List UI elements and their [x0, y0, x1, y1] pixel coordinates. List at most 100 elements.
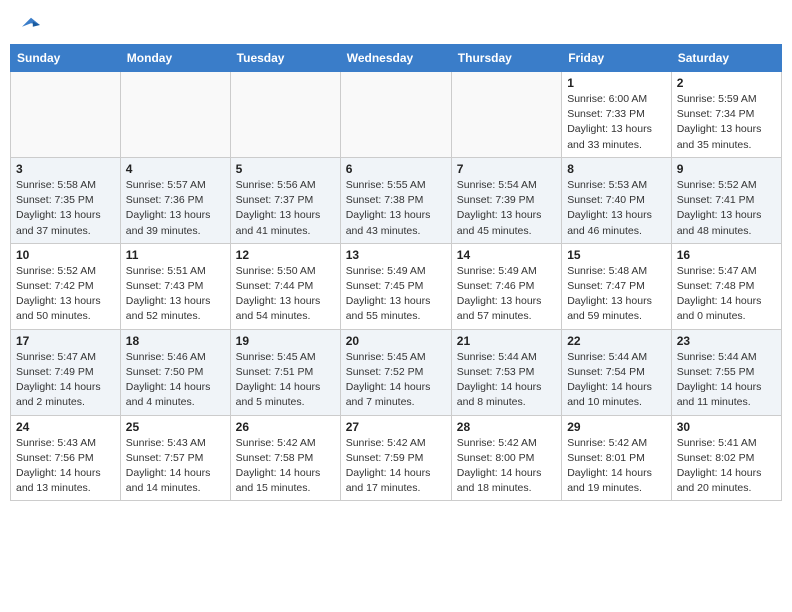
calendar-cell: 11 Sunrise: 5:51 AM Sunset: 7:43 PM Dayli… — [120, 243, 230, 329]
day-number: 22 — [567, 334, 666, 348]
day-info: Sunrise: 5:44 AM Sunset: 7:55 PM Dayligh… — [677, 350, 776, 411]
day-number: 25 — [126, 420, 225, 434]
calendar-cell: 16 Sunrise: 5:47 AM Sunset: 7:48 PM Dayli… — [671, 243, 781, 329]
day-info: Sunrise: 6:00 AM Sunset: 7:33 PM Dayligh… — [567, 92, 666, 153]
calendar-cell: 29Sunrise: 5:42 AM Sunset: 8:01 PM Dayli… — [562, 415, 672, 501]
calendar-cell: 26 Sunrise: 5:42 AM Sunset: 7:58 PM Dayli… — [230, 415, 340, 501]
day-info: Sunrise: 5:49 AM Sunset: 7:45 PM Dayligh… — [346, 264, 446, 325]
day-info: Sunrise: 5:52 AM Sunset: 7:42 PM Dayligh… — [16, 264, 115, 325]
day-info: Sunrise: 5:44 AM Sunset: 7:53 PM Dayligh… — [457, 350, 556, 411]
day-number: 5 — [236, 162, 335, 176]
calendar-cell: 14Sunrise: 5:49 AM Sunset: 7:46 PM Dayli… — [451, 243, 561, 329]
day-number: 8 — [567, 162, 666, 176]
calendar-cell: 9 Sunrise: 5:52 AM Sunset: 7:41 PM Daylig… — [671, 157, 781, 243]
day-info: Sunrise: 5:44 AM Sunset: 7:54 PM Dayligh… — [567, 350, 666, 411]
weekday-header-wednesday: Wednesday — [340, 45, 451, 72]
day-number: 3 — [16, 162, 115, 176]
day-info: Sunrise: 5:49 AM Sunset: 7:46 PM Dayligh… — [457, 264, 556, 325]
calendar-cell: 25 Sunrise: 5:43 AM Sunset: 7:57 PM Dayli… — [120, 415, 230, 501]
day-info: Sunrise: 5:52 AM Sunset: 7:41 PM Dayligh… — [677, 178, 776, 239]
day-info: Sunrise: 5:42 AM Sunset: 7:59 PM Dayligh… — [346, 436, 446, 497]
calendar-cell: 17 Sunrise: 5:47 AM Sunset: 7:49 PM Dayli… — [11, 329, 121, 415]
day-number: 12 — [236, 248, 335, 262]
day-number: 6 — [346, 162, 446, 176]
day-info: Sunrise: 5:43 AM Sunset: 7:56 PM Dayligh… — [16, 436, 115, 497]
calendar-cell: 13 Sunrise: 5:49 AM Sunset: 7:45 PM Dayli… — [340, 243, 451, 329]
day-info: Sunrise: 5:56 AM Sunset: 7:37 PM Dayligh… — [236, 178, 335, 239]
day-number: 13 — [346, 248, 446, 262]
calendar-cell: 24 Sunrise: 5:43 AM Sunset: 7:56 PM Dayli… — [11, 415, 121, 501]
day-number: 24 — [16, 420, 115, 434]
calendar-week-row: 17 Sunrise: 5:47 AM Sunset: 7:49 PM Dayli… — [11, 329, 782, 415]
day-number: 11 — [126, 248, 225, 262]
calendar-cell: 21 Sunrise: 5:44 AM Sunset: 7:53 PM Dayli… — [451, 329, 561, 415]
day-number: 21 — [457, 334, 556, 348]
day-info: Sunrise: 5:41 AM Sunset: 8:02 PM Dayligh… — [677, 436, 776, 497]
day-number: 23 — [677, 334, 776, 348]
day-number: 27 — [346, 420, 446, 434]
calendar-cell: 22 Sunrise: 5:44 AM Sunset: 7:54 PM Dayli… — [562, 329, 672, 415]
day-info: Sunrise: 5:43 AM Sunset: 7:57 PM Dayligh… — [126, 436, 225, 497]
calendar-week-row: 24 Sunrise: 5:43 AM Sunset: 7:56 PM Dayli… — [11, 415, 782, 501]
calendar-cell: 18 Sunrise: 5:46 AM Sunset: 7:50 PM Dayli… — [120, 329, 230, 415]
day-number: 19 — [236, 334, 335, 348]
day-info: Sunrise: 5:48 AM Sunset: 7:47 PM Dayligh… — [567, 264, 666, 325]
calendar-cell: 2 Sunrise: 5:59 AM Sunset: 7:34 PM Daylig… — [671, 72, 781, 158]
day-number: 10 — [16, 248, 115, 262]
day-info: Sunrise: 5:58 AM Sunset: 7:35 PM Dayligh… — [16, 178, 115, 239]
day-info: Sunrise: 5:47 AM Sunset: 7:49 PM Dayligh… — [16, 350, 115, 411]
weekday-header-saturday: Saturday — [671, 45, 781, 72]
calendar-header-row: SundayMondayTuesdayWednesdayThursdayFrid… — [11, 45, 782, 72]
day-info: Sunrise: 5:53 AM Sunset: 7:40 PM Dayligh… — [567, 178, 666, 239]
calendar-cell — [120, 72, 230, 158]
day-number: 9 — [677, 162, 776, 176]
calendar-cell: 19Sunrise: 5:45 AM Sunset: 7:51 PM Dayli… — [230, 329, 340, 415]
calendar-week-row: 10 Sunrise: 5:52 AM Sunset: 7:42 PM Dayli… — [11, 243, 782, 329]
day-info: Sunrise: 5:57 AM Sunset: 7:36 PM Dayligh… — [126, 178, 225, 239]
day-info: Sunrise: 5:51 AM Sunset: 7:43 PM Dayligh… — [126, 264, 225, 325]
day-number: 30 — [677, 420, 776, 434]
logo-bird-icon — [22, 16, 40, 34]
calendar-week-row: 1 Sunrise: 6:00 AM Sunset: 7:33 PM Daylig… — [11, 72, 782, 158]
day-info: Sunrise: 5:42 AM Sunset: 7:58 PM Dayligh… — [236, 436, 335, 497]
day-number: 20 — [346, 334, 446, 348]
calendar-cell — [11, 72, 121, 158]
weekday-header-thursday: Thursday — [451, 45, 561, 72]
calendar-cell: 7Sunrise: 5:54 AM Sunset: 7:39 PM Daylig… — [451, 157, 561, 243]
logo — [20, 16, 40, 36]
day-info: Sunrise: 5:55 AM Sunset: 7:38 PM Dayligh… — [346, 178, 446, 239]
day-info: Sunrise: 5:45 AM Sunset: 7:52 PM Dayligh… — [346, 350, 446, 411]
day-number: 26 — [236, 420, 335, 434]
calendar-cell: 27 Sunrise: 5:42 AM Sunset: 7:59 PM Dayli… — [340, 415, 451, 501]
calendar-cell: 23 Sunrise: 5:44 AM Sunset: 7:55 PM Dayli… — [671, 329, 781, 415]
calendar-cell: 3 Sunrise: 5:58 AM Sunset: 7:35 PM Daylig… — [11, 157, 121, 243]
day-number: 15 — [567, 248, 666, 262]
calendar-cell: 20 Sunrise: 5:45 AM Sunset: 7:52 PM Dayli… — [340, 329, 451, 415]
weekday-header-sunday: Sunday — [11, 45, 121, 72]
weekday-header-friday: Friday — [562, 45, 672, 72]
day-info: Sunrise: 5:47 AM Sunset: 7:48 PM Dayligh… — [677, 264, 776, 325]
calendar-cell — [340, 72, 451, 158]
day-number: 1 — [567, 76, 666, 90]
day-number: 18 — [126, 334, 225, 348]
calendar-cell: 5 Sunrise: 5:56 AM Sunset: 7:37 PM Daylig… — [230, 157, 340, 243]
day-number: 17 — [16, 334, 115, 348]
calendar-cell: 6 Sunrise: 5:55 AM Sunset: 7:38 PM Daylig… — [340, 157, 451, 243]
day-info: Sunrise: 5:46 AM Sunset: 7:50 PM Dayligh… — [126, 350, 225, 411]
calendar-cell: 30 Sunrise: 5:41 AM Sunset: 8:02 PM Dayli… — [671, 415, 781, 501]
day-number: 2 — [677, 76, 776, 90]
weekday-header-tuesday: Tuesday — [230, 45, 340, 72]
weekday-header-monday: Monday — [120, 45, 230, 72]
day-number: 28 — [457, 420, 556, 434]
day-number: 16 — [677, 248, 776, 262]
calendar-cell: 10 Sunrise: 5:52 AM Sunset: 7:42 PM Dayli… — [11, 243, 121, 329]
day-number: 7 — [457, 162, 556, 176]
calendar-cell: 1 Sunrise: 6:00 AM Sunset: 7:33 PM Daylig… — [562, 72, 672, 158]
day-number: 4 — [126, 162, 225, 176]
calendar-cell: 15 Sunrise: 5:48 AM Sunset: 7:47 PM Dayli… — [562, 243, 672, 329]
page-header — [0, 0, 792, 44]
calendar-cell: 28Sunrise: 5:42 AM Sunset: 8:00 PM Dayli… — [451, 415, 561, 501]
day-info: Sunrise: 5:59 AM Sunset: 7:34 PM Dayligh… — [677, 92, 776, 153]
calendar-cell: 12Sunrise: 5:50 AM Sunset: 7:44 PM Dayli… — [230, 243, 340, 329]
day-info: Sunrise: 5:42 AM Sunset: 8:01 PM Dayligh… — [567, 436, 666, 497]
